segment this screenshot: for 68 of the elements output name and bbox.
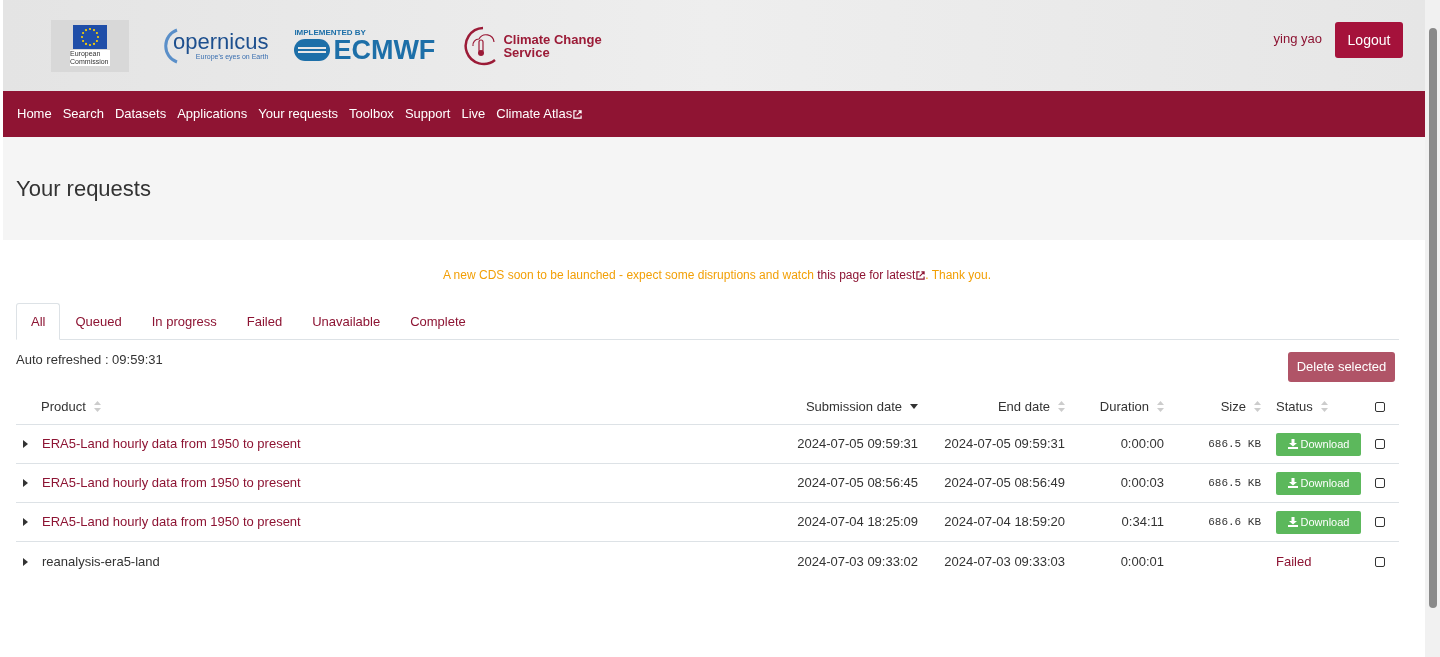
nav-link[interactable]: Support [404, 104, 451, 124]
auto-refreshed-text: Auto refreshed : 09:59:31 [16, 351, 163, 369]
table-cell-text: 2024-07-05 09:59:31 [797, 435, 918, 454]
page-title: Your requests [16, 175, 151, 203]
nav-link[interactable]: Live [461, 104, 486, 124]
copernicus-wordmark: opernicus [173, 30, 269, 53]
eu-flag-icon [73, 25, 107, 49]
table-cell-text: 2024-07-04 18:59:20 [944, 513, 1065, 532]
user-name[interactable]: ying yao [1273, 29, 1322, 49]
c3s-wordmark: Climate Change Service [503, 32, 603, 59]
table-cell-text: 686.6 KB [1208, 514, 1261, 530]
table-cell-text: 0:34:11 [1121, 513, 1164, 532]
filter-tab[interactable]: Queued [60, 303, 137, 340]
nav-link[interactable]: Applications [177, 104, 248, 124]
nav-link[interactable]: Your requests [258, 104, 339, 124]
external-link-icon [916, 271, 926, 281]
product-link[interactable]: ERA5-Land hourly data from 1950 to present [42, 473, 301, 493]
ecmwf-mark-icon [294, 39, 331, 61]
product-link[interactable]: ERA5-Land hourly data from 1950 to present [42, 434, 301, 454]
column-header[interactable]: Size [1220, 396, 1246, 417]
nav-link[interactable]: Datasets [114, 104, 167, 124]
product-name: reanalysis-era5-land [42, 552, 160, 571]
nav-link[interactable]: Search [62, 104, 104, 124]
nav-link[interactable]: Home [17, 104, 52, 124]
column-header[interactable]: Status [1276, 396, 1313, 417]
table-cell-text: 0:00:00 [1120, 435, 1164, 454]
checkbox[interactable] [1375, 401, 1385, 412]
table-cell-text: 2024-07-05 08:56:45 [797, 474, 918, 493]
product-link[interactable]: ERA5-Land hourly data from 1950 to present [42, 512, 301, 532]
checkbox[interactable] [1375, 478, 1385, 488]
expand-caret-icon[interactable] [23, 557, 28, 566]
expand-caret-icon[interactable] [23, 440, 28, 448]
table-cell-text: 0:00:03 [1120, 474, 1164, 493]
filter-tab[interactable]: Unavailable [297, 303, 396, 340]
table-cell-text: 2024-07-03 09:33:03 [944, 552, 1065, 571]
checkbox[interactable] [1375, 556, 1385, 567]
checkbox[interactable] [1375, 439, 1385, 449]
logout-button[interactable]: Logout [1335, 22, 1403, 58]
nav-link[interactable]: Toolbox [349, 104, 394, 124]
column-header[interactable]: Product [41, 396, 86, 417]
table-cell-text: 2024-07-03 09:33:02 [797, 552, 918, 571]
ecmwf-overline: IMPLEMENTED BY [294, 28, 367, 37]
nav-link[interactable]: Climate Atlas [496, 104, 583, 124]
expand-caret-icon[interactable] [23, 479, 28, 487]
table-cell-text: 686.5 KB [1208, 436, 1261, 452]
column-header[interactable]: Submission date [805, 396, 902, 417]
filter-tab[interactable]: Complete [395, 303, 481, 340]
delete-selected-button[interactable]: Delete selected [1288, 352, 1395, 382]
download-icon [1287, 439, 1298, 449]
expand-caret-icon[interactable] [23, 518, 28, 526]
filter-tab[interactable]: In progress [136, 303, 232, 340]
checkbox[interactable] [1375, 517, 1385, 527]
filter-tab[interactable]: All [16, 303, 61, 340]
status-text: Failed [1276, 552, 1312, 571]
filter-tab[interactable]: Failed [231, 303, 298, 340]
notice-message: A new CDS soon to be launched - expect some disruptions and watch this page for latest . Thank you. [441, 267, 993, 284]
notice-link[interactable]: this page for latest [817, 268, 926, 282]
table-cell-text: 686.5 KB [1208, 475, 1261, 491]
download-icon [1287, 517, 1298, 527]
table-cell-text: 2024-07-05 09:59:31 [944, 435, 1065, 454]
table-cell-text: 0:00:01 [1120, 552, 1164, 571]
column-header[interactable]: End date [997, 396, 1050, 417]
column-header[interactable]: Duration [1099, 396, 1149, 417]
table-cell-text: 2024-07-04 18:25:09 [797, 513, 918, 532]
download-icon [1287, 478, 1298, 488]
ecmwf-wordmark: ECMWF [333, 37, 436, 63]
table-cell-text: 2024-07-05 08:56:49 [944, 474, 1065, 493]
scrollbar[interactable] [1425, 0, 1440, 657]
